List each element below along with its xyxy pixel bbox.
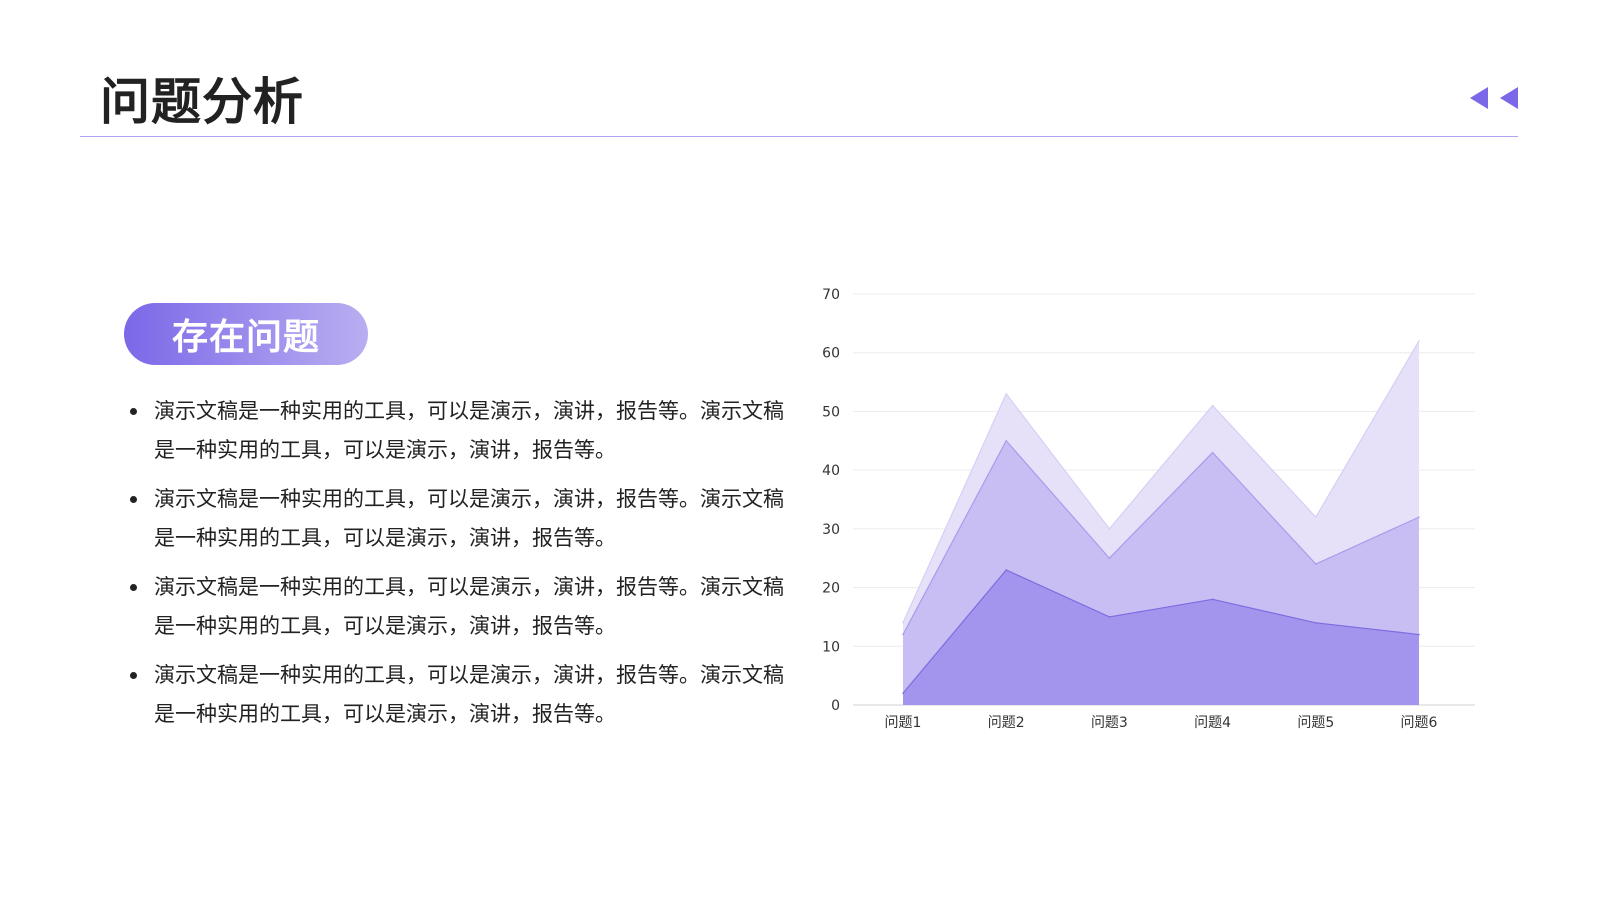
double-left-triangle-icon (1470, 87, 1518, 109)
bullet-dot (130, 584, 137, 591)
bullet-item: 演示文稿是一种实用的工具，可以是演示，演讲，报告等。演示文稿是一种实用的工具，可… (128, 568, 798, 646)
y-tick-label: 40 (822, 463, 840, 479)
y-tick-label: 10 (822, 639, 840, 655)
y-tick-label: 60 (822, 346, 840, 362)
data-point (1315, 516, 1317, 518)
data-point (1005, 569, 1007, 571)
bullet-item: 演示文稿是一种实用的工具，可以是演示，演讲，报告等。演示文稿是一种实用的工具，可… (128, 392, 798, 470)
bullet-item: 演示文稿是一种实用的工具，可以是演示，演讲，报告等。演示文稿是一种实用的工具，可… (128, 480, 798, 558)
data-point (1108, 616, 1111, 618)
data-point (1211, 404, 1214, 407)
data-point (1418, 516, 1420, 518)
data-point (1005, 393, 1007, 395)
bullet-text: 演示文稿是一种实用的工具，可以是演示，演讲，报告等。演示文稿是一种实用的工具，可… (154, 399, 784, 462)
bullet-dot (130, 672, 137, 679)
x-tick-label: 问题2 (988, 715, 1025, 731)
data-point (902, 633, 904, 636)
bullet-list: 演示文稿是一种实用的工具，可以是演示，演讲，报告等。演示文稿是一种实用的工具，可… (128, 392, 798, 744)
bullet-dot (130, 408, 137, 415)
data-point (1108, 557, 1111, 560)
data-point (1005, 439, 1007, 442)
x-tick-label: 问题3 (1091, 715, 1128, 731)
section-badge: 存在问题 (124, 303, 368, 365)
left-triangle-icon (1470, 87, 1488, 109)
y-tick-label: 50 (822, 404, 840, 420)
data-point (1315, 563, 1317, 565)
title-divider (80, 136, 1518, 137)
x-tick-label: 问题1 (885, 715, 922, 731)
data-point (902, 622, 904, 624)
y-tick-label: 30 (822, 522, 840, 538)
nav-arrows[interactable] (1470, 86, 1534, 110)
bullet-text: 演示文稿是一种实用的工具，可以是演示，演讲，报告等。演示文稿是一种实用的工具，可… (154, 487, 784, 550)
data-point (1418, 340, 1420, 342)
area-chart: 0 10 20 30 40 50 60 70 问题1 问题2 问题3 问题4 问题5 问题6 (822, 287, 1475, 731)
data-point (902, 692, 904, 695)
bullet-text: 演示文稿是一种实用的工具，可以是演示，演讲，报告等。演示文稿是一种实用的工具，可… (154, 575, 784, 638)
data-point (1211, 598, 1214, 601)
data-point (1418, 633, 1420, 636)
bullet-item: 演示文稿是一种实用的工具，可以是演示，演讲，报告等。演示文稿是一种实用的工具，可… (128, 656, 798, 734)
x-tick-label: 问题5 (1297, 715, 1334, 731)
y-tick-label: 70 (822, 287, 840, 303)
data-point (1315, 622, 1317, 624)
page-title: 问题分析 (100, 73, 304, 131)
bullet-dot (130, 496, 137, 503)
left-triangle-icon (1500, 87, 1518, 109)
data-point (1108, 528, 1111, 530)
x-tick-label: 问题6 (1401, 715, 1438, 731)
y-tick-label: 0 (831, 698, 840, 714)
y-tick-label: 20 (822, 581, 840, 597)
bullet-text: 演示文稿是一种实用的工具，可以是演示，演讲，报告等。演示文稿是一种实用的工具，可… (154, 663, 784, 726)
x-tick-label: 问题4 (1194, 715, 1231, 731)
section-badge-label: 存在问题 (171, 317, 320, 358)
data-point (1211, 451, 1214, 454)
